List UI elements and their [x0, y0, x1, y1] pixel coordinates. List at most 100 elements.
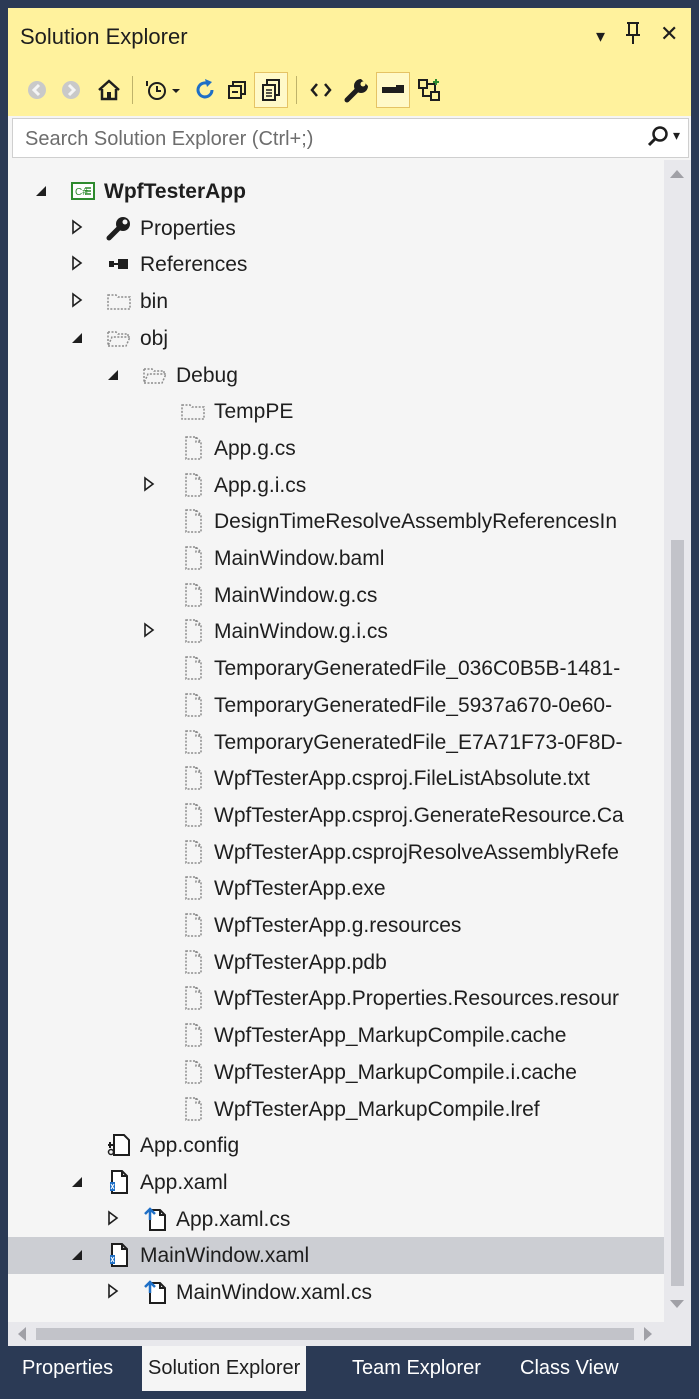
collapsed-arrow-icon[interactable]	[142, 473, 158, 495]
file-icon	[180, 655, 206, 681]
scroll-left-icon[interactable]	[18, 1327, 26, 1341]
tree-item[interactable]: MainWindow.g.cs	[8, 577, 664, 614]
tab-team-explorer[interactable]: Team Explorer	[346, 1346, 487, 1391]
expanded-arrow-icon[interactable]	[70, 1170, 86, 1192]
back-icon[interactable]	[20, 72, 54, 108]
tree-item-label: WpfTesterApp_MarkupCompile.lref	[214, 1097, 540, 1121]
tree-item[interactable]: TemporaryGeneratedFile_036C0B5B-1481-	[8, 650, 664, 687]
horizontal-scrollbar[interactable]	[8, 1322, 691, 1346]
search-box: ▾	[12, 118, 689, 158]
tree-item-label: WpfTesterApp.Properties.Resources.resour	[214, 987, 619, 1011]
expanded-arrow-icon[interactable]	[70, 1243, 86, 1265]
tree-item[interactable]: WpfTesterApp.Properties.Resources.resour	[8, 980, 664, 1017]
scroll-right-icon[interactable]	[644, 1327, 652, 1341]
tree-item[interactable]: bin	[8, 283, 664, 320]
tree-item[interactable]: References	[8, 246, 664, 283]
search-options-dropdown-icon[interactable]: ▾	[673, 127, 680, 144]
tree-item[interactable]: TemporaryGeneratedFile_5937a670-0e60-	[8, 687, 664, 724]
expanded-arrow-icon[interactable]	[70, 326, 86, 348]
scroll-down-icon[interactable]	[670, 1300, 684, 1308]
vertical-scroll-thumb[interactable]	[671, 540, 684, 1286]
properties-wrench-icon[interactable]	[340, 72, 374, 108]
collapsed-arrow-icon[interactable]	[142, 619, 158, 641]
expanded-arrow-icon[interactable]	[106, 363, 122, 385]
search-icon[interactable]	[647, 125, 669, 154]
tree-item[interactable]: TemporaryGeneratedFile_E7A71F73-0F8D-	[8, 724, 664, 761]
tree-item[interactable]: WpfTesterApp_MarkupCompile.cache	[8, 1017, 664, 1054]
sync-with-active-document-icon[interactable]	[188, 72, 222, 108]
collapsed-arrow-icon[interactable]	[70, 216, 86, 238]
close-icon[interactable]: ✕	[660, 20, 678, 48]
tree-item[interactable]: MainWindow.g.i.cs	[8, 613, 664, 650]
tree-item[interactable]: MainWindow.xaml	[8, 1237, 664, 1275]
forward-icon[interactable]	[54, 72, 88, 108]
view-class-diagram-icon[interactable]	[412, 72, 446, 108]
collapsed-arrow-icon[interactable]	[70, 252, 86, 274]
tree-item-label: obj	[140, 326, 169, 350]
tab-class-view[interactable]: Class View	[514, 1346, 625, 1391]
tree-item[interactable]: App.xaml.cs	[8, 1201, 664, 1238]
tree-item-label: bin	[140, 290, 169, 314]
code-view-icon[interactable]	[304, 72, 338, 108]
tree-item[interactable]: Properties	[8, 210, 664, 247]
tree-item[interactable]: WpfTesterApp.csproj.GenerateResource.Ca	[8, 797, 664, 834]
tree-item[interactable]: App.g.cs	[8, 430, 664, 467]
collapsed-arrow-icon[interactable]	[70, 289, 86, 311]
folder-icon	[106, 288, 132, 314]
tree-item[interactable]: WpfTesterApp.exe	[8, 870, 664, 907]
tree-item[interactable]: App.xaml	[8, 1164, 664, 1201]
file-icon	[180, 839, 206, 865]
tree-item[interactable]: obj	[8, 320, 664, 357]
tree-item[interactable]: WpfTesterApp.csprojResolveAssemblyRefe	[8, 834, 664, 871]
tree-item[interactable]: WpfTesterApp.pdb	[8, 944, 664, 981]
tree-item-label: WpfTesterApp_MarkupCompile.cache	[214, 1024, 567, 1048]
tree-item[interactable]: MainWindow.xaml.cs	[8, 1274, 664, 1311]
csharp-project-icon: C#	[70, 178, 96, 204]
tree-item-label: TemporaryGeneratedFile_E7A71F73-0F8D-	[214, 730, 623, 754]
collapsed-arrow-icon[interactable]	[106, 1207, 122, 1229]
solution-explorer-panel: Solution Explorer ▾ ✕ Search Solution Ex…	[8, 8, 691, 1391]
file-icon	[180, 729, 206, 755]
horizontal-scroll-thumb[interactable]	[36, 1328, 634, 1340]
tab-solution-explorer[interactable]: Solution Explorer	[142, 1346, 307, 1391]
tree-item-label: MainWindow.xaml.cs	[176, 1281, 373, 1304]
scroll-up-icon[interactable]	[670, 170, 684, 178]
toolbar-separator	[132, 76, 133, 104]
tree-item-label: App.xaml.cs	[176, 1207, 291, 1231]
pending-changes-filter-icon[interactable]	[140, 72, 186, 108]
tree-item-label: Debug	[176, 363, 238, 387]
home-icon[interactable]	[92, 72, 126, 108]
tree-item[interactable]: WpfTesterApp.g.resources	[8, 907, 664, 944]
collapse-all-icon[interactable]	[220, 72, 254, 108]
tree-item[interactable]: WpfTesterApp_MarkupCompile.lref	[8, 1091, 664, 1128]
pin-icon[interactable]	[624, 20, 642, 54]
tree-item[interactable]: MainWindow.baml	[8, 540, 664, 577]
tree-item-label: WpfTesterApp.exe	[214, 877, 386, 901]
file-icon	[180, 435, 206, 461]
tree-item-label: WpfTesterApp.csproj.FileListAbsolute.txt	[214, 767, 590, 791]
show-all-files-icon[interactable]	[254, 72, 288, 108]
tree-item[interactable]: WpfTesterApp.csproj.FileListAbsolute.txt	[8, 760, 664, 797]
file-icon	[180, 802, 206, 828]
tree-item[interactable]: TempPE	[8, 393, 664, 430]
csharp-file-icon	[142, 1279, 168, 1305]
tree-item-label: Properties	[140, 216, 236, 240]
tree-item-label: TempPE	[214, 400, 294, 424]
tree-item[interactable]: DesignTimeResolveAssemblyReferencesIn	[8, 503, 664, 540]
solution-tree: C# WpfTesterApp Properties References bin obj…	[8, 160, 664, 1322]
vertical-scrollbar[interactable]	[664, 160, 691, 1322]
tree-item[interactable]: App.g.i.cs	[8, 467, 664, 504]
expanded-arrow-icon[interactable]	[34, 179, 50, 201]
collapsed-arrow-icon[interactable]	[106, 1280, 122, 1302]
file-icon	[180, 875, 206, 901]
references-icon	[106, 251, 132, 277]
window-position-dropdown-icon[interactable]: ▾	[596, 22, 605, 50]
tab-properties[interactable]: Properties	[16, 1346, 119, 1391]
preview-selected-items-icon[interactable]	[376, 72, 410, 108]
tree-item[interactable]: C# WpfTesterApp	[8, 173, 664, 210]
tree-item[interactable]: App.config	[8, 1127, 664, 1164]
search-input[interactable]	[23, 125, 627, 153]
tree-item[interactable]: WpfTesterApp_MarkupCompile.i.cache	[8, 1054, 664, 1091]
folder-open-icon	[106, 325, 132, 351]
tree-item[interactable]: Debug	[8, 357, 664, 394]
